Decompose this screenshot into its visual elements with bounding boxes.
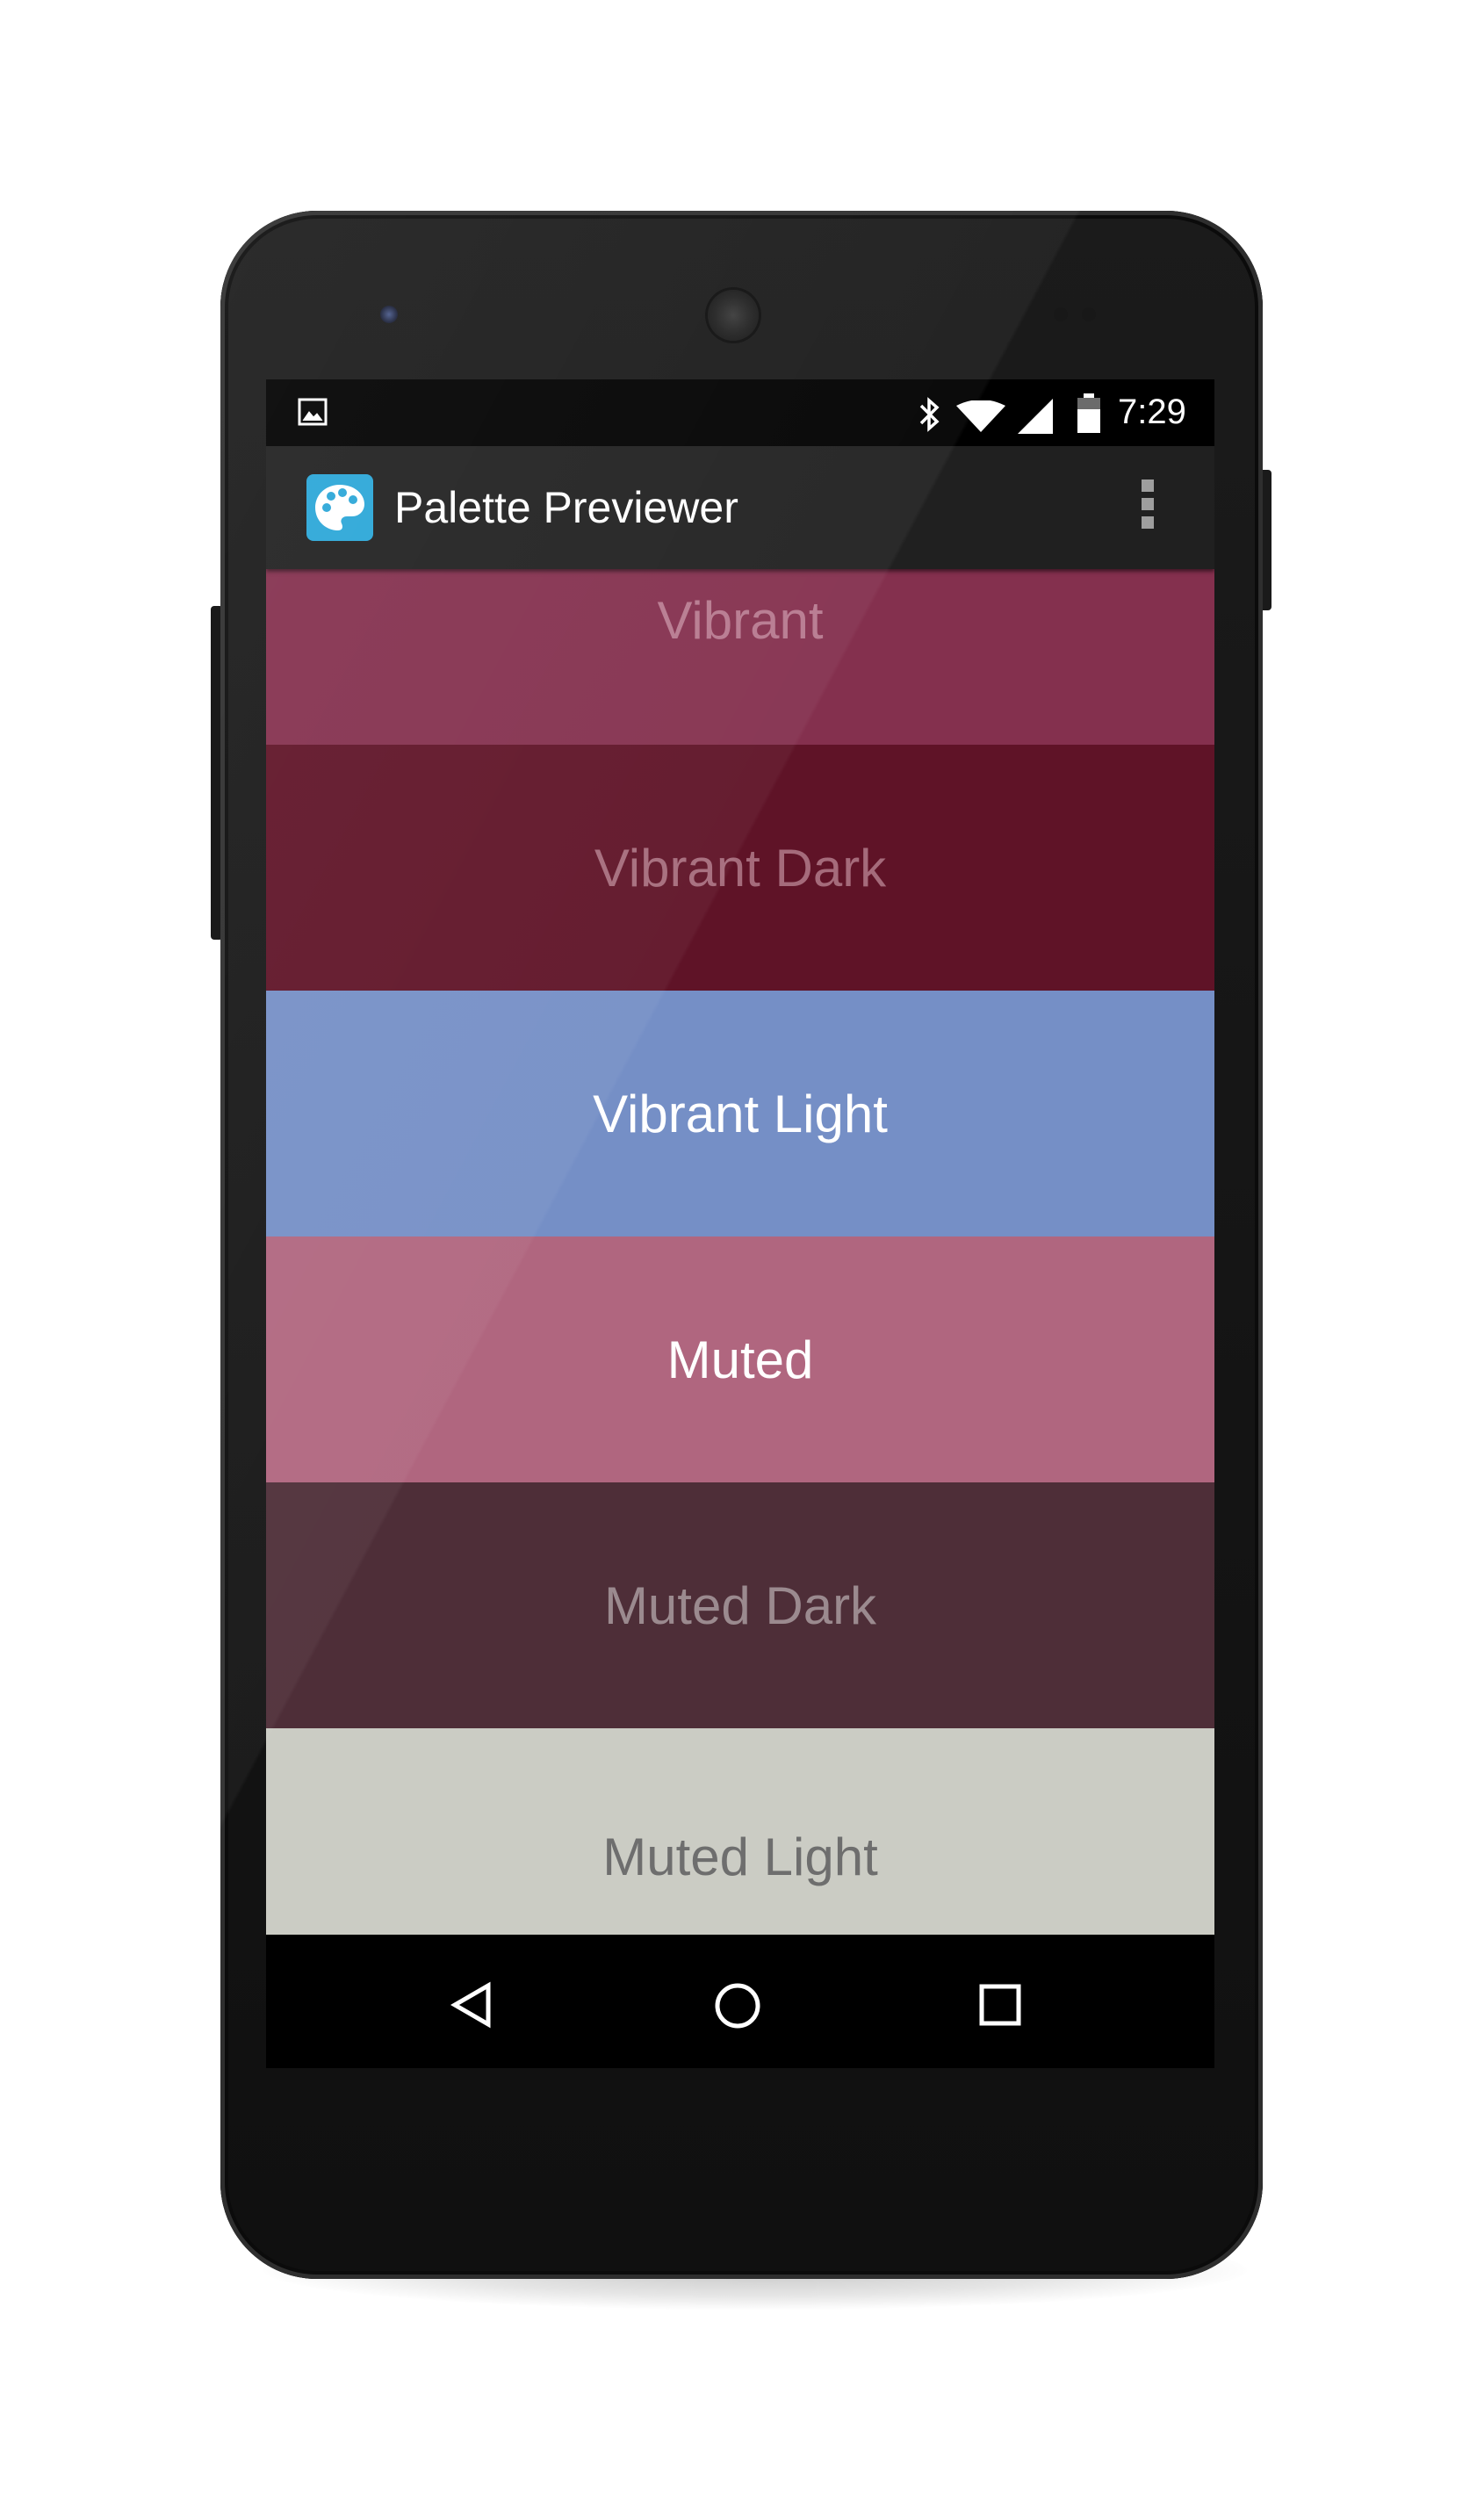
swatch-label: Vibrant Light (593, 1084, 888, 1143)
app-title: Palette Previewer (394, 483, 738, 532)
light-sensor (1082, 307, 1096, 321)
status-time: 7:29 (1118, 393, 1186, 431)
status-bar: 7:29 (266, 379, 1214, 446)
swatch-muted-light[interactable]: Muted Light (266, 1728, 1214, 1935)
earpiece-speaker (708, 290, 759, 341)
recents-icon[interactable] (977, 1982, 1023, 2031)
navigation-bar (266, 1942, 1214, 2068)
image-notification-icon (298, 397, 328, 430)
back-icon[interactable] (448, 1980, 497, 2033)
device-screen: 7:29 Palette Previewer Vibrant Vibrant D… (266, 379, 1214, 2068)
wifi-icon (956, 400, 1005, 436)
swatch-label: Vibrant Dark (594, 838, 887, 898)
palette-icon[interactable] (306, 474, 373, 541)
swatch-muted-dark[interactable]: Muted Dark (266, 1482, 1214, 1728)
swatch-list: Vibrant Vibrant Dark Vibrant Light Muted… (266, 569, 1214, 1935)
bluetooth-icon (918, 395, 942, 437)
action-bar: Palette Previewer (266, 446, 1214, 569)
swatch-vibrant-light[interactable]: Vibrant Light (266, 991, 1214, 1236)
swatch-vibrant-dark[interactable]: Vibrant Dark (266, 745, 1214, 991)
battery-icon (1076, 393, 1102, 437)
home-icon[interactable] (712, 1980, 763, 2035)
swatch-label: Muted Light (602, 1828, 878, 1886)
front-camera (380, 306, 398, 323)
proximity-sensor (1054, 307, 1068, 321)
swatch-label: Muted (666, 1330, 814, 1389)
swatch-label: Muted Dark (603, 1575, 877, 1635)
signal-icon (1018, 399, 1053, 437)
swatch-label: Vibrant (657, 591, 824, 650)
swatch-vibrant[interactable]: Vibrant (266, 569, 1214, 745)
swatch-muted[interactable]: Muted (266, 1236, 1214, 1482)
more-vert-icon[interactable] (1130, 479, 1165, 536)
